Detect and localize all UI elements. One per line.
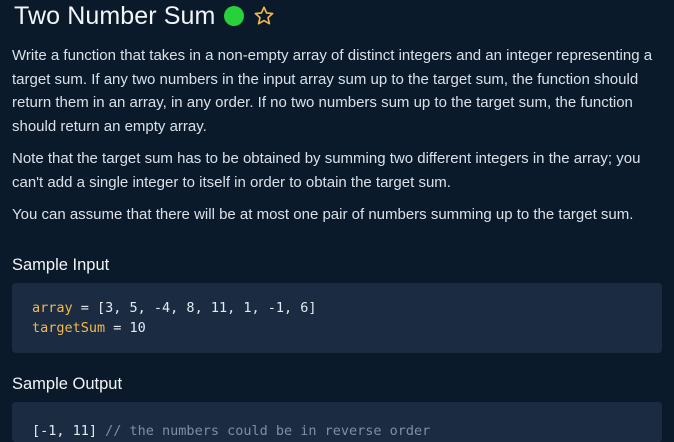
problem-description: Write a function that takes in a non-emp… [12, 44, 662, 227]
code-comment: // the numbers could be in reverse order [97, 422, 431, 439]
sample-input-code: array = [3, 5, -4, 8, 11, 1, -1, 6] targ… [12, 282, 662, 353]
code-line: array = [3, 5, -4, 8, 11, 1, -1, 6] [32, 298, 642, 318]
title-row: Two Number Sum [12, 0, 662, 32]
description-paragraph: Write a function that takes in a non-emp… [12, 47, 653, 135]
code-line: targetSum = 10 [32, 318, 642, 338]
completed-status-icon [224, 6, 245, 26]
code-line: [-1, 11] // the numbers could be in reve… [32, 421, 642, 441]
sample-input-heading: Sample Input [12, 255, 110, 274]
assignment-operator: = [105, 319, 130, 336]
output-value: [-1, 11] [32, 422, 98, 439]
problem-page: Two Number Sum Write a function that tak… [0, 0, 674, 442]
favorite-star-icon[interactable] [253, 5, 275, 27]
description-paragraph: You can assume that there will be at mos… [12, 206, 634, 223]
sample-output-code: [-1, 11] // the numbers could be in reve… [12, 401, 662, 442]
sample-output-heading: Sample Output [12, 374, 123, 393]
variable-name: array [32, 299, 73, 316]
assignment-operator: = [72, 299, 98, 316]
problem-title: Two Number Sum [14, 1, 216, 30]
variable-value: [3, 5, -4, 8, 11, 1, -1, 6] [97, 299, 317, 316]
variable-value: 10 [129, 319, 146, 336]
description-paragraph: Note that the target sum has to be obtai… [12, 150, 641, 191]
variable-name: targetSum [32, 319, 106, 336]
